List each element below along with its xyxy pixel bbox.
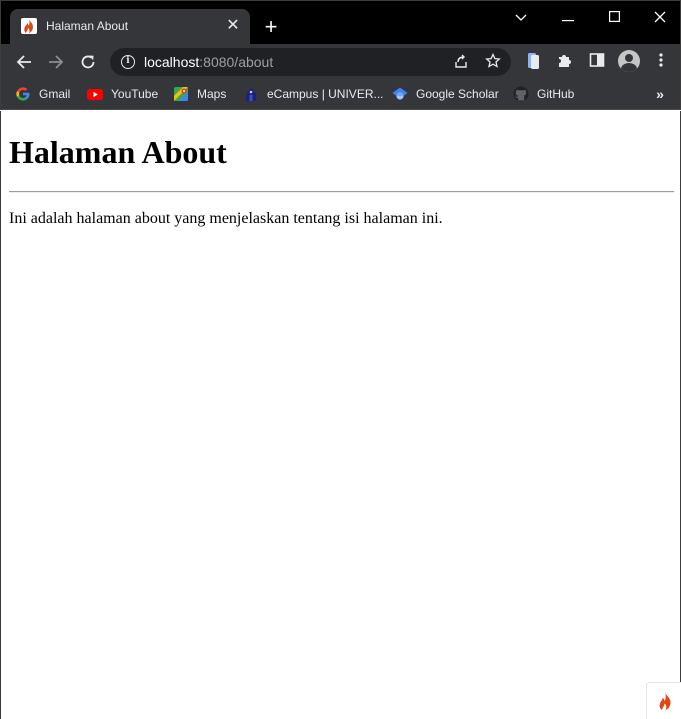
tab-search-chevron-icon[interactable] xyxy=(501,5,541,29)
minimize-button[interactable] xyxy=(548,5,588,29)
page-viewport: Halaman About Ini adalah halaman about y… xyxy=(0,111,681,719)
bookmark-google-scholar[interactable]: Google Scholar xyxy=(392,84,499,104)
bookmark-youtube[interactable]: YouTube xyxy=(87,84,158,104)
url-port-path: :8080/about xyxy=(199,54,274,70)
bookmark-label: eCampus | UNIVER... xyxy=(267,87,384,101)
new-tab-button[interactable]: + xyxy=(261,16,281,38)
address-bar[interactable]: i localhost:8080/about xyxy=(110,48,511,76)
google-icon xyxy=(16,87,30,101)
site-info-icon[interactable]: i xyxy=(121,55,135,69)
bookmark-label: Google Scholar xyxy=(416,87,499,101)
avatar-body xyxy=(621,63,637,72)
bookmark-label: Gmail xyxy=(39,87,71,101)
bookmark-label: GitHub xyxy=(537,87,575,101)
reload-button[interactable] xyxy=(76,50,100,74)
browser-tab-active[interactable]: Halaman About ✕ xyxy=(10,9,250,45)
ecampus-icon xyxy=(246,88,256,101)
maps-icon xyxy=(174,87,188,101)
bookmark-label: Maps xyxy=(197,87,227,101)
horizontal-rule-divider xyxy=(9,191,674,193)
maximize-button[interactable] xyxy=(594,5,634,29)
google-scholar-icon xyxy=(392,87,408,100)
avatar-head xyxy=(625,54,633,62)
bookmarks-bar: Gmail YouTube Maps eCampus | UNIVER... G… xyxy=(0,79,681,110)
share-icon[interactable] xyxy=(452,53,470,71)
codeigniter-debug-toolbar-button[interactable] xyxy=(646,682,681,719)
bookmark-maps[interactable]: Maps xyxy=(173,84,226,104)
tab-close-icon[interactable]: ✕ xyxy=(224,17,242,35)
url-host: localhost xyxy=(144,54,200,70)
page-heading: Halaman About xyxy=(9,134,227,170)
profile-avatar[interactable] xyxy=(618,50,640,72)
bookmark-ecampus[interactable]: eCampus | UNIVER... xyxy=(243,84,383,104)
bookmark-gmail[interactable]: Gmail xyxy=(15,84,70,104)
kebab-menu-icon[interactable] xyxy=(651,52,671,72)
url-text[interactable]: localhost:8080/about xyxy=(144,54,273,70)
browser-toolbar: i localhost:8080/about xyxy=(0,44,681,79)
reading-list-icon[interactable] xyxy=(523,52,543,72)
bookmark-github[interactable]: GitHub xyxy=(513,84,574,104)
extensions-puzzle-icon[interactable] xyxy=(555,52,575,72)
forward-button[interactable] xyxy=(44,50,68,74)
close-window-button[interactable] xyxy=(640,5,680,29)
browser-titlebar: Halaman About ✕ + xyxy=(0,0,681,45)
back-button[interactable] xyxy=(12,50,36,74)
tab-title: Halaman About xyxy=(46,19,129,33)
codeigniter-flame-icon xyxy=(659,692,671,710)
bookmark-label: YouTube xyxy=(111,87,159,101)
side-panel-icon[interactable] xyxy=(587,52,607,72)
codeigniter-favicon-icon xyxy=(21,18,37,34)
github-icon xyxy=(513,86,529,102)
youtube-icon xyxy=(87,89,103,100)
bookmark-star-icon[interactable] xyxy=(484,52,502,71)
bookmarks-overflow-chevron-icon[interactable]: » xyxy=(651,84,669,104)
page-body-text: Ini adalah halaman about yang menjelaska… xyxy=(9,210,443,227)
